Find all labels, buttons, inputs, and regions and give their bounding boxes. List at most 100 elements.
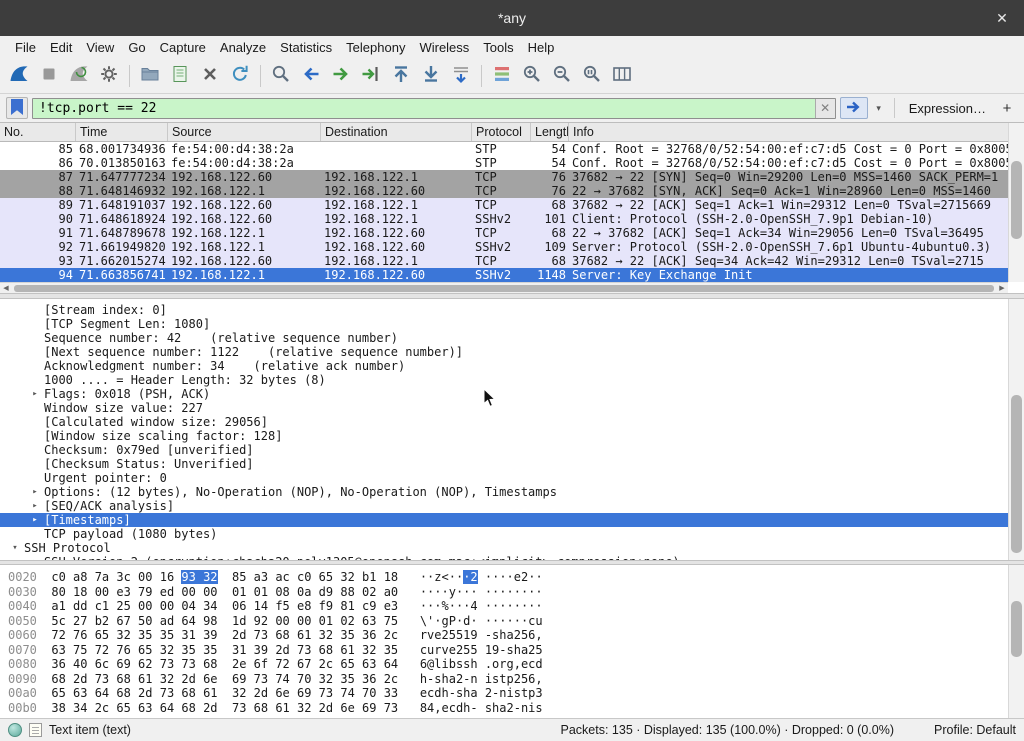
open-file-button[interactable]: [135, 62, 165, 90]
detail-line[interactable]: [Window size scaling factor: 128]: [0, 429, 1024, 443]
zoom-original-button[interactable]: [577, 62, 607, 90]
packet-list-hscrollbar[interactable]: ◀ ▶: [0, 282, 1008, 293]
menu-view[interactable]: View: [79, 38, 121, 57]
expander-right-icon[interactable]: ▸: [26, 499, 44, 513]
colorize-button[interactable]: [487, 62, 517, 90]
expert-info-icon[interactable]: [8, 723, 22, 737]
stop-capture-button[interactable]: [34, 62, 64, 90]
detail-line[interactable]: ▸Flags: 0x018 (PSH, ACK): [0, 387, 1024, 401]
packet-row-91[interactable]: 9171.648789678192.168.122.1192.168.122.6…: [0, 226, 1008, 240]
menu-telephony[interactable]: Telephony: [339, 38, 412, 57]
packet-row-90[interactable]: 9071.648618924192.168.122.60192.168.122.…: [0, 212, 1008, 226]
expander-right-icon[interactable]: ▸: [26, 485, 44, 499]
close-window-button[interactable]: ✕: [992, 8, 1012, 28]
hex-line-0080[interactable]: 0080 36 40 6c 69 62 73 73 68 2e 6f 72 67…: [8, 657, 1024, 672]
detail-line[interactable]: Sequence number: 42 (relative sequence n…: [0, 331, 1024, 345]
menu-go[interactable]: Go: [121, 38, 152, 57]
detail-line[interactable]: ▸[SEQ/ACK analysis]: [0, 499, 1024, 513]
menu-wireless[interactable]: Wireless: [412, 38, 476, 57]
expander-down-icon[interactable]: ▾: [6, 541, 24, 555]
hex-line-0060[interactable]: 0060 72 76 65 32 35 35 31 39 2d 73 68 61…: [8, 628, 1024, 643]
menu-analyze[interactable]: Analyze: [213, 38, 273, 57]
expander-right-icon[interactable]: ▸: [26, 555, 44, 560]
hscroll-right-arrow-icon[interactable]: ▶: [996, 283, 1008, 293]
go-back-button[interactable]: [296, 62, 326, 90]
zoom-out-button[interactable]: [547, 62, 577, 90]
detail-line[interactable]: ▸SSH Version 2 (encryption:chacha20-poly…: [0, 555, 1024, 560]
column-header-length[interactable]: Length: [531, 123, 569, 141]
packet-list-vscroll-thumb[interactable]: [1011, 161, 1022, 239]
column-header-destination[interactable]: Destination: [321, 123, 472, 141]
add-filter-button[interactable]: +: [996, 97, 1018, 119]
detail-line[interactable]: [Stream index: 0]: [0, 303, 1024, 317]
hex-vscrollbar[interactable]: [1008, 565, 1024, 718]
display-filter-input[interactable]: [33, 99, 815, 118]
menu-tools[interactable]: Tools: [476, 38, 520, 57]
start-capture-button[interactable]: [4, 62, 34, 90]
packet-row-86[interactable]: 8670.013850163fe:54:00:d4:38:2aSTP54Conf…: [0, 156, 1008, 170]
detail-line[interactable]: Checksum: 0x79ed [unverified]: [0, 443, 1024, 457]
details-vscroll-thumb[interactable]: [1011, 395, 1022, 553]
auto-scroll-button[interactable]: [446, 62, 476, 90]
hex-line-0040[interactable]: 0040 a1 dd c1 25 00 00 04 34 06 14 f5 e8…: [8, 599, 1024, 614]
hex-line-0020[interactable]: 0020 c0 a8 7a 3c 00 16 93 32 85 a3 ac c0…: [8, 570, 1024, 585]
capture-comment-icon[interactable]: [29, 723, 42, 737]
packet-list-hscroll-thumb[interactable]: [14, 285, 994, 292]
menu-capture[interactable]: Capture: [153, 38, 213, 57]
packet-row-89[interactable]: 8971.648191037192.168.122.60192.168.122.…: [0, 198, 1008, 212]
detail-line[interactable]: [Checksum Status: Unverified]: [0, 457, 1024, 471]
go-forward-button[interactable]: [326, 62, 356, 90]
packet-row-88[interactable]: 8871.648146932192.168.122.1192.168.122.6…: [0, 184, 1008, 198]
expander-right-icon[interactable]: ▸: [26, 387, 44, 401]
hscroll-left-arrow-icon[interactable]: ◀: [0, 283, 12, 293]
filter-apply-button[interactable]: [840, 97, 868, 119]
expression-button[interactable]: Expression…: [903, 101, 992, 116]
hex-line-0030[interactable]: 0030 80 18 00 e3 79 ed 00 00 01 01 08 0a…: [8, 585, 1024, 600]
packet-row-94[interactable]: 9471.663856741192.168.122.1192.168.122.6…: [0, 268, 1008, 282]
column-header-source[interactable]: Source: [168, 123, 321, 141]
profile-button[interactable]: Profile: Default: [934, 723, 1016, 737]
details-vscrollbar[interactable]: [1008, 299, 1024, 560]
find-packet-button[interactable]: [266, 62, 296, 90]
column-header-no[interactable]: No.: [0, 123, 76, 141]
hex-line-00b0[interactable]: 00b0 38 34 2c 65 63 64 68 2d 73 68 61 32…: [8, 701, 1024, 716]
detail-line[interactable]: Window size value: 227: [0, 401, 1024, 415]
filter-bookmark-button[interactable]: [6, 97, 28, 119]
packet-list-vscrollbar[interactable]: [1008, 123, 1024, 282]
restart-capture-button[interactable]: [64, 62, 94, 90]
filter-clear-button[interactable]: ✕: [815, 99, 835, 118]
menu-file[interactable]: File: [8, 38, 43, 57]
resize-columns-button[interactable]: [607, 62, 637, 90]
capture-options-button[interactable]: [94, 62, 124, 90]
hex-line-0090[interactable]: 0090 68 2d 73 68 61 32 2d 6e 69 73 74 70…: [8, 672, 1024, 687]
zoom-in-button[interactable]: [517, 62, 547, 90]
hex-line-0050[interactable]: 0050 5c 27 b2 67 50 ad 64 98 1d 92 00 00…: [8, 614, 1024, 629]
packet-row-87[interactable]: 8771.647777234192.168.122.60192.168.122.…: [0, 170, 1008, 184]
menu-help[interactable]: Help: [521, 38, 562, 57]
hex-vscroll-thumb[interactable]: [1011, 601, 1022, 657]
detail-line[interactable]: [TCP Segment Len: 1080]: [0, 317, 1024, 331]
reload-file-button[interactable]: [225, 62, 255, 90]
detail-line[interactable]: Acknowledgment number: 34 (relative ack …: [0, 359, 1024, 373]
detail-line[interactable]: ▾SSH Protocol: [0, 541, 1024, 555]
column-header-info[interactable]: Info: [569, 123, 1008, 141]
packet-row-92[interactable]: 9271.661949820192.168.122.1192.168.122.6…: [0, 240, 1008, 254]
filter-dropdown-button[interactable]: ▾: [872, 97, 886, 119]
hex-line-00a0[interactable]: 00a0 65 63 64 68 2d 73 68 61 32 2d 6e 69…: [8, 686, 1024, 701]
detail-line[interactable]: ▸Options: (12 bytes), No-Operation (NOP)…: [0, 485, 1024, 499]
packet-row-85[interactable]: 8568.001734936fe:54:00:d4:38:2aSTP54Conf…: [0, 142, 1008, 156]
detail-line[interactable]: [Calculated window size: 29056]: [0, 415, 1024, 429]
detail-line[interactable]: Urgent pointer: 0: [0, 471, 1024, 485]
packet-row-93[interactable]: 9371.662015274192.168.122.60192.168.122.…: [0, 254, 1008, 268]
close-file-button[interactable]: [195, 62, 225, 90]
go-last-button[interactable]: [416, 62, 446, 90]
menu-statistics[interactable]: Statistics: [273, 38, 339, 57]
detail-line[interactable]: TCP payload (1080 bytes): [0, 527, 1024, 541]
detail-line[interactable]: [Next sequence number: 1122 (relative se…: [0, 345, 1024, 359]
go-to-packet-button[interactable]: [356, 62, 386, 90]
detail-line[interactable]: ▸[Timestamps]: [0, 513, 1024, 527]
column-header-time[interactable]: Time: [76, 123, 168, 141]
hex-line-0070[interactable]: 0070 63 75 72 76 65 32 35 35 31 39 2d 73…: [8, 643, 1024, 658]
expander-right-icon[interactable]: ▸: [26, 513, 44, 527]
column-header-protocol[interactable]: Protocol: [472, 123, 531, 141]
